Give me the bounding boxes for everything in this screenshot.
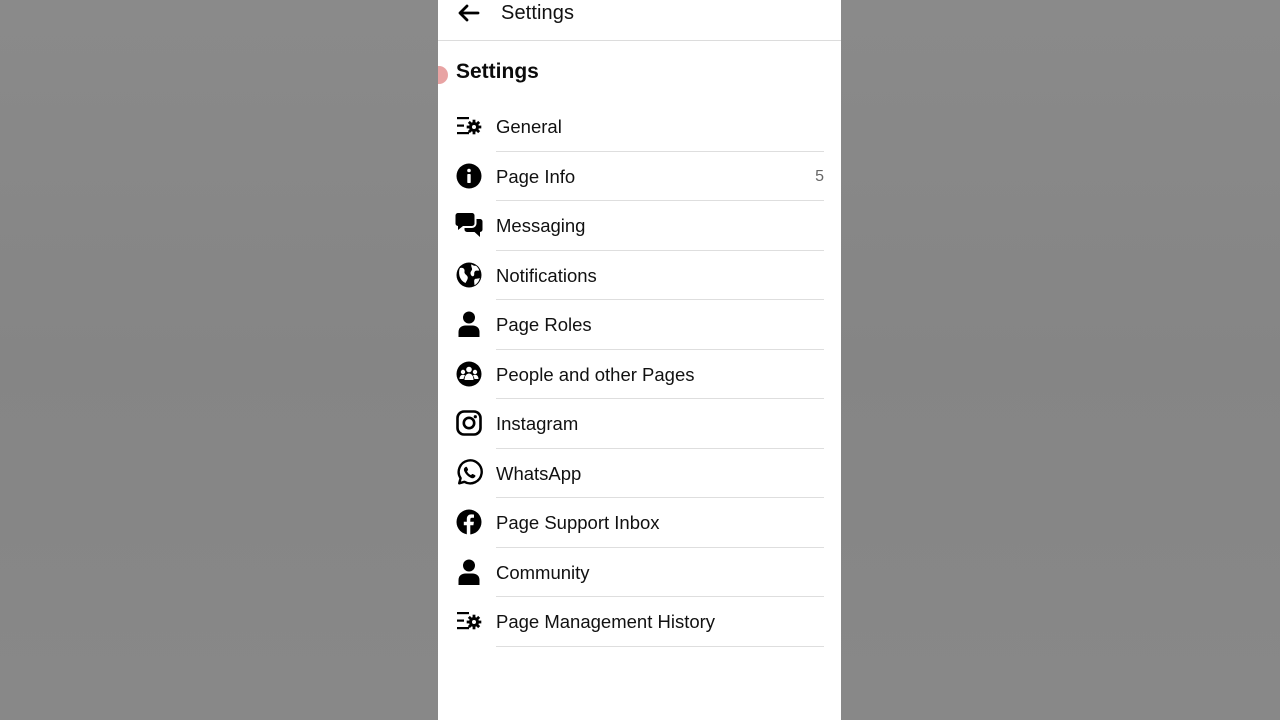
menu-item-label: People and other Pages [496,363,695,385]
menu-item-label: Page Roles [496,314,592,335]
settings-menu: General Page Info 5 Messaging Notificati… [438,102,841,647]
menu-item-count: 5 [815,167,824,185]
menu-item-instagram[interactable]: Instagram [438,399,841,449]
menu-item-messaging[interactable]: Messaging [438,201,841,251]
top-app-bar: Settings [438,0,841,41]
menu-item-general[interactable]: General [438,102,841,152]
section-heading: Settings [456,60,539,83]
menu-item-page-management-history[interactable]: Page Management History [438,597,841,647]
menu-item-label: Page Management History [496,611,716,632]
arrow-left-icon [458,4,480,22]
list-gear-icon [455,112,483,140]
menu-item-whatsapp[interactable]: WhatsApp [438,449,841,498]
menu-item-label: Page Info [496,165,576,187]
list-gear-icon [455,607,483,635]
people-group-icon [455,360,483,388]
chat-bubbles-icon [455,211,483,239]
menu-item-page-info[interactable]: Page Info 5 [438,152,841,201]
menu-item-label: Page Support Inbox [496,512,660,533]
menu-item-community[interactable]: Community [438,548,841,597]
info-icon [455,162,483,190]
menu-item-label: Messaging [496,215,586,236]
menu-item-page-roles[interactable]: Page Roles [438,300,841,350]
menu-item-label: General [496,116,562,137]
menu-item-page-support-inbox[interactable]: Page Support Inbox [438,498,841,548]
whatsapp-icon [455,459,483,487]
menu-item-label: Community [496,561,590,583]
menu-item-people-and-other-pages[interactable]: People and other Pages [438,350,841,399]
menu-item-label: Notifications [496,264,597,286]
settings-screen: Settings Settings General Page Info 5 Me… [438,0,841,720]
person-icon [455,310,483,338]
right-backdrop [841,0,1280,720]
facebook-icon [455,508,483,536]
left-backdrop [0,0,438,720]
back-button[interactable] [454,0,484,26]
menu-item-label: Instagram [496,413,579,434]
app-bar-title: Settings [501,2,575,24]
instagram-icon [455,409,483,437]
touch-indicator [438,66,448,84]
person-icon [455,558,483,586]
divider [496,645,824,647]
menu-item-label: WhatsApp [496,462,582,484]
globe-icon [455,261,483,289]
menu-item-notifications[interactable]: Notifications [438,251,841,300]
